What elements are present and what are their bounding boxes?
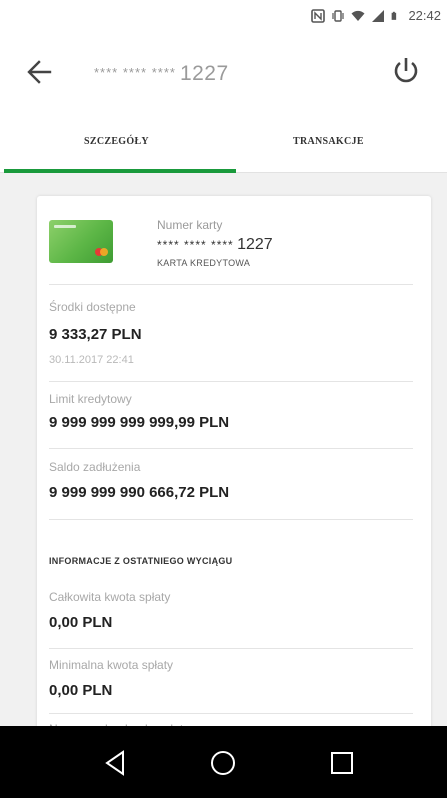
card-info: Numer karty **** **** **** 1227 KARTA KR… [157,218,273,268]
card-number-label: Numer karty [157,218,223,232]
divider [49,713,413,714]
divider [49,381,413,382]
vibrate-icon [332,9,345,22]
divider [49,448,413,449]
card-number-last-digits: 1227 [237,236,273,253]
debt-balance-label: Saldo zadłużenia [49,460,141,474]
arrow-left-icon[interactable] [20,52,60,92]
app-bar: **** **** **** 1227 [0,34,447,112]
debt-balance-value: 9 999 999 990 666,72 PLN [49,484,230,501]
divider [49,519,413,520]
title-masked-prefix: **** **** **** [94,65,176,80]
tab-transactions[interactable]: TRANSAKCJE [293,136,364,147]
available-funds-label: Środki dostępne [49,300,136,314]
signal-icon [372,9,385,22]
nav-home-icon[interactable] [208,748,238,778]
divider [49,284,413,285]
card-details-panel: Numer karty **** **** **** 1227 KARTA KR… [37,196,431,756]
credit-limit-value: 9 999 999 999 999,99 PLN [49,414,230,431]
total-repayment-value: 0,00 PLN [49,614,113,631]
system-nav-bar [0,726,447,798]
tab-details[interactable]: SZCZEGÓŁY [84,136,149,147]
nfc-icon [311,8,326,23]
power-icon[interactable] [389,54,423,88]
status-clock: 22:42 [408,8,441,23]
card-number: **** **** **** 1227 [157,236,273,254]
credit-card-image [49,220,113,263]
available-funds-timestamp: 30.11.2017 22:41 [49,354,134,366]
minimum-repayment-value: 0,00 PLN [49,682,113,699]
status-bar: 22:42 [0,0,447,34]
nav-recents-icon[interactable] [327,748,357,778]
wifi-icon [351,10,365,21]
active-tab-indicator [4,169,236,173]
status-icons: 22:42 [311,8,441,23]
title-last-digits: 1227 [179,62,229,85]
available-funds-value: 9 333,27 PLN [49,326,142,343]
card-type: KARTA KREDYTOWA [157,258,251,268]
tab-bar: SZCZEGÓŁY TRANSAKCJE [0,112,447,173]
minimum-repayment-label: Minimalna kwota spłaty [49,658,174,672]
battery-icon [392,11,397,20]
statement-section-title: INFORMACJE Z OSTATNIEGO WYCIĄGU [49,556,233,566]
page-title: **** **** **** 1227 [94,62,229,86]
card-brand-strip [54,225,76,228]
nav-back-icon[interactable] [101,748,131,778]
total-repayment-label: Całkowita kwota spłaty [49,590,171,604]
mastercard-logo-yellow [100,248,108,256]
card-number-mask: **** **** **** [157,238,234,252]
divider [49,648,413,649]
credit-limit-label: Limit kredytowy [49,392,132,406]
